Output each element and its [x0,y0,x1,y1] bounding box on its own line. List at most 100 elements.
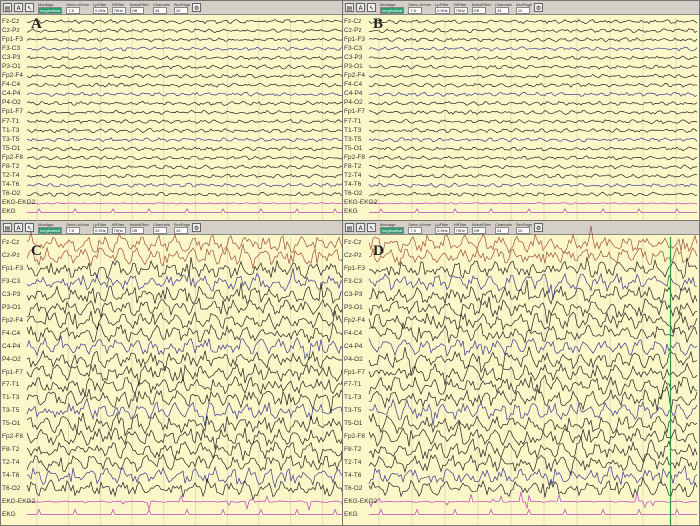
eeg-trace [368,191,698,197]
eeg-trace [368,173,698,179]
eeg-trace [368,28,698,33]
eeg-trace [26,282,344,305]
channel-label: T2-T4 [344,458,362,466]
eeg-trace [26,46,344,52]
channel-label: P4-O2 [344,355,363,363]
eeg-trace [368,128,698,134]
channel-label: C4-P4 [2,342,21,350]
channel-label: Cz-Pz [344,252,362,260]
eeg-trace [26,202,344,205]
channel-label: F3-C3 [2,278,21,286]
eeg-trace [26,427,344,450]
eeg-trace [27,508,343,515]
eeg-trace [368,453,698,477]
channel-label: P3-O1 [2,304,21,311]
eeg-trace [26,91,344,97]
eeg-trace [26,173,344,179]
eeg-trace [368,225,698,254]
eeg-trace [26,82,344,88]
channel-label: Fp2-F8 [344,153,365,161]
eeg-trace [368,46,698,52]
channel-label: C4-P4 [344,342,363,350]
eeg-trace [26,231,344,254]
channel-label: Fp2-F4 [344,72,365,80]
eeg-trace [368,398,698,426]
eeg-trace [368,435,698,463]
eeg-trace [26,164,344,170]
channel-label: T1-T3 [344,394,362,402]
eeg-trace [368,246,698,266]
channel-label: T4-T6 [344,471,362,479]
eeg-trace [26,28,344,34]
channel-label: P3-O1 [344,304,363,311]
channel-label: F4-C4 [2,81,21,89]
panel-label: C [31,243,42,259]
eeg-trace [26,101,344,106]
channel-label: F3-C3 [2,44,21,52]
channel-label: T5-O1 [2,144,21,152]
channel-label: F4-C4 [2,329,21,337]
channel-label: T6-O2 [344,190,363,198]
channel-label: F7-T1 [344,381,362,389]
eeg-trace [368,202,698,205]
eeg-trace [368,164,698,170]
eeg-trace [368,82,698,88]
channel-label: P4-O2 [2,355,21,363]
channel-label: T6-O2 [2,484,21,492]
channel-label: C3-P3 [2,53,21,61]
channel-label: Fz-Cz [344,17,362,25]
eeg-trace [368,279,698,305]
channel-label: Fp1-F7 [344,108,365,116]
channel-label: F4-C4 [344,81,363,89]
eeg-trace [26,191,344,197]
channel-label: Cz-Pz [2,26,20,34]
channel-label: Cz-Pz [2,252,20,260]
eeg-trace [26,376,344,397]
eeg-trace [368,110,698,116]
channel-label: C3-P3 [344,53,363,61]
channel-label: F3-C3 [344,278,363,286]
channel-label: Fp1-F3 [344,265,365,273]
channel-label: EKG [344,510,358,518]
channel-label: C4-P4 [2,90,21,98]
channel-label: Fz-Cz [2,17,20,25]
channel-label: T5-O1 [344,420,363,428]
channel-label: T6-O2 [2,190,21,198]
channel-label: EKG [2,510,16,518]
eeg-trace [368,146,698,152]
eeg-trace [26,465,344,489]
channel-label: T3-T5 [344,135,362,143]
eeg-trace [368,100,698,106]
eeg-trace [368,155,698,161]
channel-label: EKG [344,208,358,216]
channel-label: P3-O1 [2,63,21,70]
channel-label: F4-C4 [344,329,363,337]
channel-label: T5-O1 [2,420,21,428]
eeg-panel-d: ▤ A ↖ Montage longitudinal Sens uV/mm 7.5 … [342,220,700,526]
eeg-trace [368,119,698,125]
channel-label: Fz-Cz [344,239,362,247]
eeg-trace [368,256,698,280]
channel-label: Fp2-F4 [2,316,23,324]
channel-label: EKG-EKG2 [344,497,378,505]
channel-label: T2-T4 [2,458,20,466]
channel-label: P4-O2 [344,99,363,107]
channel-label: Fp1-F7 [2,368,23,376]
eeg-trace [26,362,344,387]
channel-label: T2-T4 [344,172,362,180]
channel-label: C3-P3 [2,291,21,299]
channel-label: F7-T1 [2,381,20,389]
eeg-trace [368,412,698,435]
eeg-trace [26,128,344,134]
channel-label: C3-P3 [344,291,363,299]
eeg-trace [368,346,698,375]
channel-label: P3-O1 [344,63,363,70]
eeg-trace [26,146,344,152]
eeg-trace [26,19,344,25]
channel-label: Fp1-F7 [2,108,23,116]
channel-label: F8-T2 [344,446,362,453]
channel-label: C4-P4 [344,90,363,98]
eeg-trace [368,73,698,79]
eeg-panel-a: ▤ A ↖ Montage longitudinal Sens uV/mm 7.5 … [0,0,345,222]
eeg-trace [26,37,344,43]
